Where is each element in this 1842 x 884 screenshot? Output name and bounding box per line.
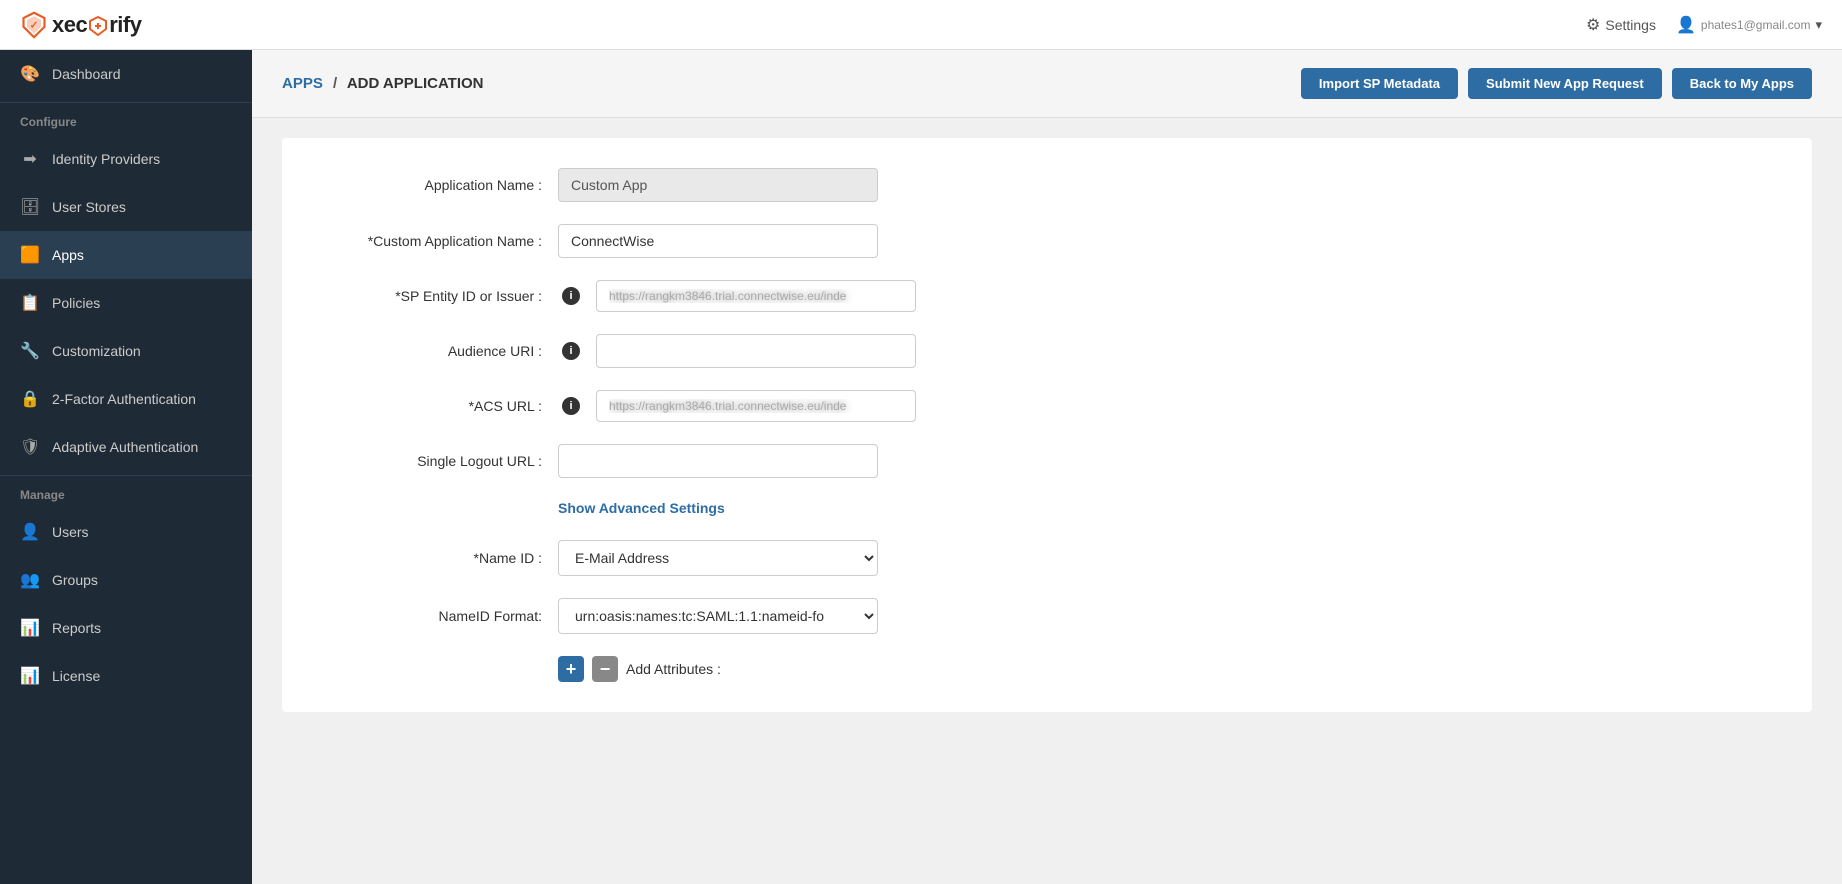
breadcrumb: APPS / ADD APPLICATION	[282, 75, 484, 92]
sidebar-item-groups[interactable]: 👥 Groups	[0, 556, 252, 604]
audience-uri-label: Audience URI :	[322, 343, 542, 359]
sidebar-item-policies-label: Policies	[52, 295, 100, 311]
audience-uri-row: Audience URI : i	[322, 334, 1772, 368]
user-menu[interactable]: 👤 phates1@gmail.com ▾	[1676, 15, 1822, 35]
policies-icon: 📋	[20, 293, 40, 313]
reports-icon: 📊	[20, 618, 40, 638]
sidebar-item-user-stores[interactable]: 🗄 User Stores	[0, 183, 252, 231]
sidebar-item-users[interactable]: 👤 Users	[0, 508, 252, 556]
acs-url-info-icon[interactable]: i	[562, 397, 580, 415]
remove-attribute-button[interactable]: −	[592, 656, 618, 682]
gear-icon: ⚙	[1586, 15, 1600, 35]
nameid-format-row: NameID Format: urn:oasis:names:tc:SAML:1…	[322, 598, 1772, 634]
audience-uri-info-icon[interactable]: i	[562, 342, 580, 360]
nameid-format-label: NameID Format:	[322, 608, 542, 624]
shield-icon: 🛡	[20, 437, 40, 457]
sidebar-item-license[interactable]: 📊 License	[0, 652, 252, 700]
configure-section-label: Configure	[0, 102, 252, 135]
sidebar-item-license-label: License	[52, 668, 100, 684]
chevron-down-icon: ▾	[1815, 17, 1822, 33]
sidebar-item-identity-providers[interactable]: ➡ Identity Providers	[0, 135, 252, 183]
logo: ✓ xecrify	[20, 11, 141, 39]
groups-icon: 👥	[20, 570, 40, 590]
user-icon: 👤	[1676, 15, 1696, 35]
logo-shield-icon: ✓	[20, 11, 48, 39]
brand-name: xecrify	[52, 12, 141, 38]
add-attributes-row: + − Add Attributes :	[558, 656, 1772, 682]
acs-url-row: *ACS URL : i	[322, 390, 1772, 422]
sidebar-item-2fa-label: 2-Factor Authentication	[52, 391, 196, 407]
audience-uri-input[interactable]	[596, 334, 916, 368]
sidebar-item-reports[interactable]: 📊 Reports	[0, 604, 252, 652]
submit-new-app-request-button[interactable]: Submit New App Request	[1468, 68, 1662, 99]
sidebar-item-customization[interactable]: 🔧 Customization	[0, 327, 252, 375]
add-attribute-button[interactable]: +	[558, 656, 584, 682]
sidebar-item-groups-label: Groups	[52, 572, 98, 588]
sidebar-item-customization-label: Customization	[52, 343, 141, 359]
sidebar-item-identity-providers-label: Identity Providers	[52, 151, 160, 167]
add-attributes-label: Add Attributes :	[626, 661, 721, 677]
sidebar-item-reports-label: Reports	[52, 620, 101, 636]
svg-text:✓: ✓	[30, 19, 39, 31]
page-header: APPS / ADD APPLICATION Import SP Metadat…	[252, 50, 1842, 118]
nameid-format-select[interactable]: urn:oasis:names:tc:SAML:1.1:nameid-fo	[558, 598, 878, 634]
sidebar-item-policies[interactable]: 📋 Policies	[0, 279, 252, 327]
sp-entity-id-row: *SP Entity ID or Issuer : i	[322, 280, 1772, 312]
sidebar-item-user-stores-label: User Stores	[52, 199, 126, 215]
sidebar-item-apps-label: Apps	[52, 247, 84, 263]
single-logout-url-label: Single Logout URL :	[322, 453, 542, 469]
apps-icon: 🟧	[20, 245, 40, 265]
sp-entity-id-label: *SP Entity ID or Issuer :	[322, 288, 542, 304]
single-logout-url-input[interactable]	[558, 444, 878, 478]
user-stores-icon: 🗄	[20, 197, 40, 217]
application-name-input[interactable]	[558, 168, 878, 202]
custom-app-name-input[interactable]	[558, 224, 878, 258]
name-id-label: *Name ID :	[322, 550, 542, 566]
acs-url-input[interactable]	[596, 390, 916, 422]
header-actions: Import SP Metadata Submit New App Reques…	[1301, 68, 1812, 99]
breadcrumb-apps[interactable]: APPS	[282, 75, 323, 92]
main-layout: 🎨 Dashboard Configure ➡ Identity Provide…	[0, 50, 1842, 884]
customization-icon: 🔧	[20, 341, 40, 361]
content-area: APPS / ADD APPLICATION Import SP Metadat…	[252, 50, 1842, 884]
license-icon: 📊	[20, 666, 40, 686]
breadcrumb-separator: /	[333, 75, 337, 92]
custom-app-name-label: *Custom Application Name :	[322, 233, 542, 249]
sidebar-item-apps[interactable]: 🟧 Apps	[0, 231, 252, 279]
import-sp-metadata-button[interactable]: Import SP Metadata	[1301, 68, 1458, 99]
single-logout-url-row: Single Logout URL :	[322, 444, 1772, 478]
identity-providers-icon: ➡	[20, 149, 40, 169]
name-id-select[interactable]: E-Mail Address Username Custom	[558, 540, 878, 576]
lock-icon: 🔒	[20, 389, 40, 409]
sidebar: 🎨 Dashboard Configure ➡ Identity Provide…	[0, 50, 252, 884]
settings-label: Settings	[1605, 17, 1656, 33]
name-id-row: *Name ID : E-Mail Address Username Custo…	[322, 540, 1772, 576]
acs-url-label: *ACS URL :	[322, 398, 542, 414]
custom-app-name-row: *Custom Application Name :	[322, 224, 1772, 258]
application-name-row: Application Name :	[322, 168, 1772, 202]
sidebar-item-2fa[interactable]: 🔒 2-Factor Authentication	[0, 375, 252, 423]
back-to-my-apps-button[interactable]: Back to My Apps	[1672, 68, 1812, 99]
manage-section-label: Manage	[0, 475, 252, 508]
sp-entity-id-input[interactable]	[596, 280, 916, 312]
breadcrumb-current: ADD APPLICATION	[347, 75, 484, 92]
sidebar-item-dashboard-label: Dashboard	[52, 66, 121, 82]
sidebar-item-adaptive-auth[interactable]: 🛡 Adaptive Authentication	[0, 423, 252, 471]
settings-link[interactable]: ⚙ Settings	[1586, 15, 1656, 35]
sidebar-item-adaptive-auth-label: Adaptive Authentication	[52, 439, 198, 455]
user-email: phates1@gmail.com	[1701, 18, 1811, 32]
dashboard-icon: 🎨	[20, 64, 40, 84]
show-advanced-settings-link[interactable]: Show Advanced Settings	[558, 500, 725, 516]
top-nav: ✓ xecrify ⚙ Settings 👤 phates1@gmail.com…	[0, 0, 1842, 50]
application-name-label: Application Name :	[322, 177, 542, 193]
sidebar-item-dashboard[interactable]: 🎨 Dashboard	[0, 50, 252, 98]
add-application-form: Application Name : *Custom Application N…	[282, 138, 1812, 712]
sp-entity-info-icon[interactable]: i	[562, 287, 580, 305]
top-nav-right: ⚙ Settings 👤 phates1@gmail.com ▾	[1586, 15, 1822, 35]
sidebar-item-users-label: Users	[52, 524, 89, 540]
users-icon: 👤	[20, 522, 40, 542]
